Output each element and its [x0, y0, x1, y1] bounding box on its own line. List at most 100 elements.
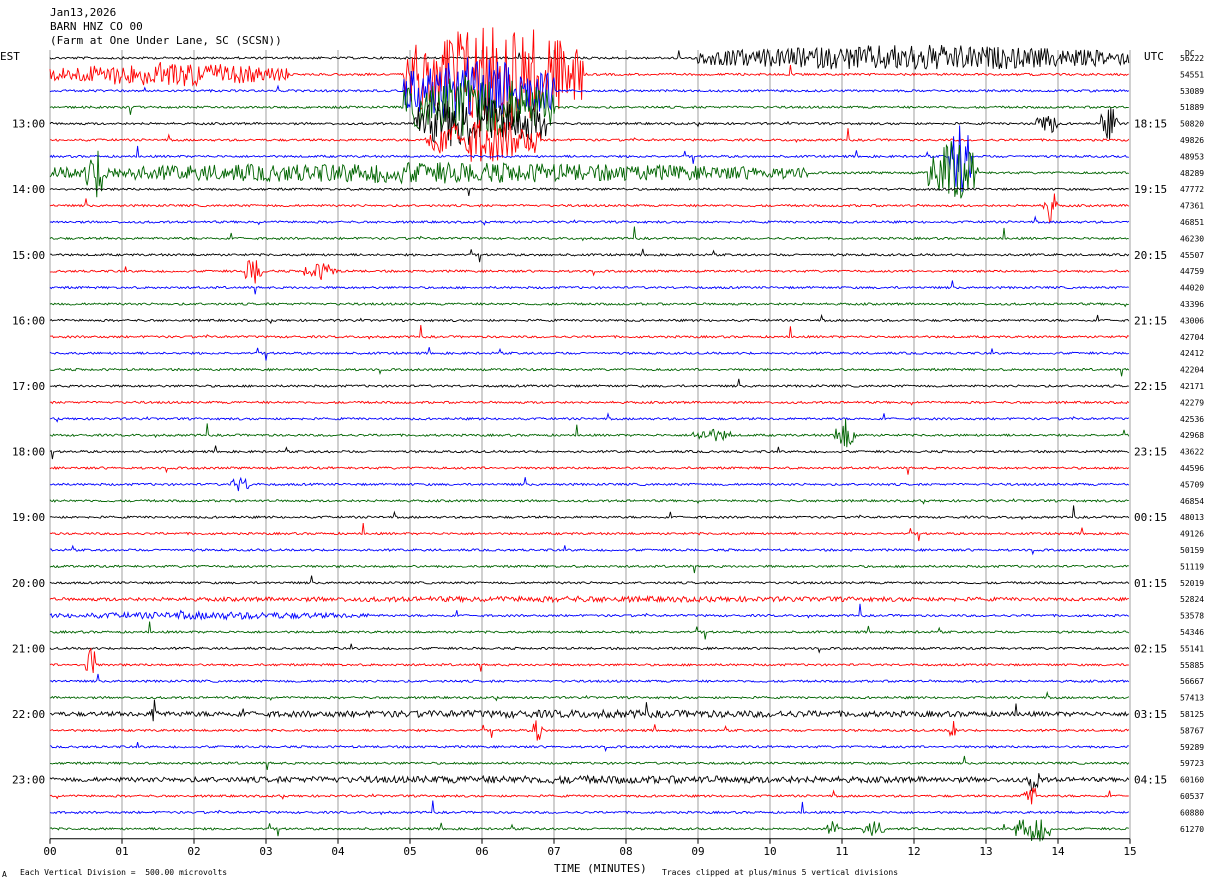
x-axis-title: TIME (MINUTES)	[554, 862, 647, 875]
left-hour-label: 16:00	[12, 314, 45, 327]
x-tick-label: 08	[619, 845, 632, 858]
helicorder-plot: 00 01 02 03 04 05 06 07 08 09 10 11 12 13 14 15 13:00 14…	[12, 27, 1204, 858]
seismic-trace	[49, 603, 1130, 621]
dc-offset-label: 53578	[1180, 612, 1204, 621]
header-location: (Farm at One Under Lane, SC (SCSN))	[50, 34, 282, 47]
dc-offset-label: 46854	[1180, 497, 1204, 506]
scale-note: Each Vertical Division = 500.00 microvol…	[20, 868, 228, 877]
left-hour-label: 17:00	[12, 380, 45, 393]
dc-offset-label: 48289	[1180, 169, 1204, 178]
header-date: Jan13,2026	[50, 6, 117, 19]
x-tick-label: 09	[691, 845, 704, 858]
dc-offset-label: 48013	[1180, 513, 1204, 522]
dc-offset-label: 51889	[1180, 103, 1204, 112]
dc-offset-label: 60880	[1180, 808, 1204, 817]
x-tick-label: 05	[403, 845, 416, 858]
right-hour-label: 23:15	[1134, 446, 1167, 459]
seismic-trace	[49, 643, 1130, 654]
right-hour-label: 00:15	[1134, 511, 1167, 524]
seismic-trace	[49, 378, 1129, 388]
seismic-trace	[49, 575, 1130, 585]
seismic-trace	[49, 412, 1130, 423]
seismic-trace	[49, 215, 1130, 226]
seismic-trace	[49, 466, 1130, 475]
seismic-trace	[49, 226, 1129, 242]
x-tick-label: 11	[835, 845, 848, 858]
dc-offset-label: 60537	[1180, 792, 1204, 801]
left-timezone-label: EST	[0, 50, 20, 63]
left-hour-label: 23:00	[12, 774, 45, 787]
seismic-trace	[49, 187, 1129, 196]
right-hour-label: 03:15	[1134, 708, 1167, 721]
dc-offset-label: 42412	[1180, 349, 1204, 358]
seismic-trace	[49, 97, 1129, 147]
dc-offset-label: 43006	[1180, 316, 1204, 325]
dc-offset-label: 54346	[1180, 628, 1204, 637]
dc-offset-label: 48953	[1180, 152, 1204, 161]
seismic-trace	[49, 690, 1130, 702]
dc-offset-label: 56667	[1180, 677, 1204, 686]
left-hour-label: 19:00	[12, 511, 45, 524]
x-tick-label: 13	[979, 845, 992, 858]
seismic-trace	[49, 193, 1130, 223]
x-tick-label: 07	[547, 845, 560, 858]
left-hour-label: 20:00	[12, 577, 45, 590]
dc-offset-label: 46230	[1180, 234, 1204, 243]
x-tick-label: 00	[43, 845, 56, 858]
seismic-traces	[49, 27, 1130, 842]
dc-offset-label: 42204	[1180, 366, 1204, 375]
dc-offset-label: 55885	[1180, 661, 1204, 670]
seismic-trace	[49, 259, 1130, 284]
dc-offset-label: 58767	[1180, 726, 1204, 735]
x-tick-label: 06	[475, 845, 488, 858]
dc-offset-label: 52019	[1180, 579, 1204, 588]
seismic-trace	[49, 418, 1130, 448]
dc-offset-labels: 5622254551530895188950820498264895348289…	[1180, 54, 1204, 834]
x-tick-label: 02	[187, 845, 200, 858]
seismic-trace	[49, 544, 1129, 556]
dc-offset-label: 60160	[1180, 776, 1204, 785]
seismic-trace	[49, 787, 1129, 805]
seismic-trace	[49, 302, 1129, 308]
seismic-trace	[49, 248, 1130, 263]
seismic-trace	[49, 324, 1129, 340]
dc-offset-label: 50159	[1180, 546, 1204, 555]
seismic-trace	[49, 498, 1129, 505]
right-hour-labels: 18:15 19:15 20:15 21:15 22:15 23:15 00:15 01:15…	[1134, 118, 1167, 787]
corner-mark: A	[2, 870, 7, 879]
seismic-trace	[49, 57, 1130, 119]
dc-offset-label: 42536	[1180, 415, 1204, 424]
right-hour-label: 20:15	[1134, 249, 1167, 262]
dc-offset-label: 49826	[1180, 136, 1204, 145]
dc-offset-label: 57413	[1180, 694, 1204, 703]
right-timezone-label: UTC	[1144, 50, 1164, 63]
x-tick-label: 04	[331, 845, 345, 858]
dc-offset-label: 45507	[1180, 251, 1204, 260]
seismic-trace	[49, 673, 1130, 684]
seismic-trace	[49, 75, 1129, 136]
dc-offset-label: 43622	[1180, 448, 1204, 457]
seismic-trace	[49, 505, 1130, 521]
x-tick-label: 15	[1123, 845, 1136, 858]
dc-offset-label: 42704	[1180, 333, 1204, 342]
seismic-trace	[49, 773, 1130, 793]
seismic-trace	[49, 594, 1129, 604]
x-tick-label: 12	[907, 845, 920, 858]
seismic-trace	[49, 819, 1129, 842]
seismic-trace	[49, 367, 1130, 377]
clip-note: Traces clipped at plus/minus 5 vertical …	[662, 868, 899, 877]
dc-offset-label: 43396	[1180, 300, 1204, 309]
seismic-trace	[49, 523, 1130, 542]
right-hour-label: 22:15	[1134, 380, 1167, 393]
right-hour-label: 18:15	[1134, 118, 1167, 131]
seismic-trace	[49, 125, 1129, 192]
left-hour-label: 14:00	[12, 183, 45, 196]
dc-offset-label: 59289	[1180, 743, 1204, 752]
dc-offset-label: 46851	[1180, 218, 1204, 227]
right-hour-label: 01:15	[1134, 577, 1167, 590]
dc-offset-label: 59723	[1180, 759, 1204, 768]
seismic-trace	[50, 699, 1130, 722]
seismic-trace	[49, 564, 1129, 574]
dc-offset-label: 58125	[1180, 710, 1204, 719]
seismic-trace	[49, 476, 1130, 492]
